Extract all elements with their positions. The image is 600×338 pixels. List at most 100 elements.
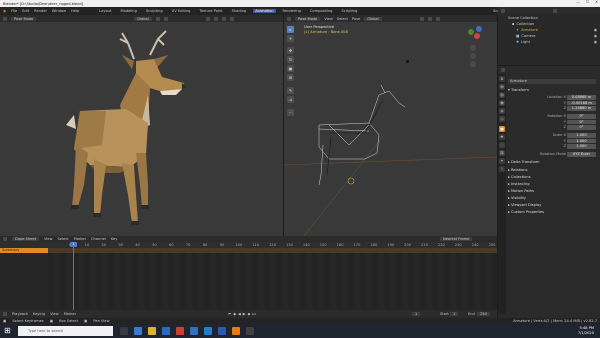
blender-logo-icon[interactable]: ◉	[3, 9, 6, 13]
play-icon[interactable]: ▶	[243, 312, 246, 316]
workspace-tab-modeling[interactable]: Modeling	[119, 9, 139, 13]
edge-browser-icon[interactable]	[134, 327, 142, 335]
visibility-eye-icon[interactable]: ◉	[594, 40, 597, 44]
menu-help[interactable]: Help	[71, 9, 79, 13]
relations-header[interactable]: ▸ Relations	[508, 168, 598, 173]
shading-solid-icon[interactable]	[213, 16, 218, 21]
start-field[interactable]: 1	[450, 312, 459, 316]
camera-viewport[interactable]: Pose Mode Global	[0, 15, 283, 236]
left-mode-dropdown[interactable]: Pose Mode	[11, 16, 37, 21]
mail-icon[interactable]	[190, 327, 198, 335]
workspace-tab-animation[interactable]: Animation	[253, 9, 276, 13]
playhead-line[interactable]	[73, 242, 74, 310]
filter-icon[interactable]	[553, 8, 557, 13]
left-orientation-dropdown[interactable]: Global	[134, 16, 152, 21]
rotation-y-field[interactable]: 0°	[567, 119, 596, 124]
playback-menu[interactable]: Playback	[12, 312, 28, 316]
prev-key-icon[interactable]: ◆	[233, 312, 236, 316]
outliner-item-light[interactable]: ✸ Light	[516, 40, 530, 44]
rotation-z-field[interactable]: 0°	[567, 125, 596, 130]
world-tab-icon[interactable]: ◎	[499, 116, 505, 122]
dope-menu-view[interactable]: View	[44, 237, 53, 241]
maximize-button[interactable]: ☐	[586, 0, 589, 4]
bone-tab-icon[interactable]: ⌇	[499, 166, 505, 172]
view-layer-tab-icon[interactable]: ▦	[499, 100, 505, 106]
tool-tab-icon[interactable]: ⚙	[499, 76, 505, 82]
workspace-tab-shading[interactable]: Shading	[230, 9, 249, 13]
close-button[interactable]: ✕	[595, 0, 598, 4]
collections-header[interactable]: ▸ Collections	[508, 175, 598, 180]
dope-sheet-type-icon[interactable]	[3, 237, 7, 241]
menu-window[interactable]: Window	[52, 9, 66, 13]
outliner-item-camera[interactable]: ■ Camera	[516, 34, 536, 38]
chrome-icon[interactable]	[176, 327, 184, 335]
dope-menu-select[interactable]: Select	[58, 237, 69, 241]
constraint-tab-icon[interactable]: ⛓	[499, 150, 505, 156]
shading-rendered-icon[interactable]	[229, 16, 234, 21]
photos-icon[interactable]	[204, 327, 212, 335]
frame-field[interactable]: 1	[412, 312, 421, 316]
overlay-icon[interactable]	[205, 16, 210, 21]
view-menu[interactable]: View	[50, 312, 59, 316]
workspace-tab-sculpting[interactable]: Sculpting	[144, 9, 165, 13]
vscode-icon[interactable]	[218, 327, 226, 335]
object-tab-icon[interactable]: ■	[499, 126, 505, 132]
rotation-mode-dropdown[interactable]: XYZ Euler	[567, 152, 596, 157]
summary-channel[interactable]: Summary	[0, 248, 48, 253]
menu-render[interactable]: Render	[34, 9, 47, 13]
location-y-field[interactable]: -0.00168 m	[567, 100, 596, 105]
custom-properties-header[interactable]: ▸ Custom Properties	[508, 210, 598, 215]
workspace-tab-texture-paint[interactable]: Texture Paint	[197, 9, 224, 13]
scene-tab-icon[interactable]: ◍	[499, 108, 505, 114]
editor-type-icon[interactable]	[3, 16, 7, 21]
menu-file[interactable]: File	[11, 9, 17, 13]
visibility-header[interactable]: ▸ Visibility	[508, 196, 598, 201]
play-reverse-icon[interactable]: ◀	[238, 312, 241, 316]
outliner-type-icon[interactable]	[501, 8, 505, 13]
store-icon[interactable]	[162, 327, 170, 335]
object-name-field[interactable]: Armature	[508, 79, 596, 84]
instancing-header[interactable]: ▸ Instancing	[508, 182, 598, 187]
dope-sheet-editor[interactable]: Dope Sheet View Select Marker Channel Ke…	[0, 236, 497, 318]
rotation-x-field[interactable]: 0°	[567, 114, 596, 119]
keying-menu[interactable]: Keying	[33, 312, 45, 316]
output-tab-icon[interactable]: ▧	[499, 92, 505, 98]
location-x-field[interactable]: 0.08868 m	[567, 95, 596, 100]
dope-menu-marker[interactable]: Marker	[74, 237, 86, 241]
menu-edit[interactable]: Edit	[22, 9, 29, 13]
keyframe-area[interactable]	[48, 248, 497, 310]
workspace-tab-layout[interactable]: Layout	[97, 9, 113, 13]
blender-taskbar-icon[interactable]	[232, 327, 240, 335]
render-tab-icon[interactable]: ▤	[499, 84, 505, 90]
scale-x-field[interactable]: 1.000	[567, 133, 596, 138]
light-object-icon[interactable]	[406, 60, 409, 63]
properties-type-icon[interactable]	[501, 67, 505, 72]
jump-end-icon[interactable]: ⏭	[252, 312, 255, 316]
outliner-item-armature[interactable]: ✦ Armature	[516, 28, 538, 32]
dope-menu-key[interactable]: Key	[111, 237, 118, 241]
workspace-tab-rendering[interactable]: Rendering	[281, 9, 303, 13]
data-tab-icon[interactable]: ✦	[499, 158, 505, 164]
scale-y-field[interactable]: 1.000	[567, 138, 596, 143]
perspective-viewport[interactable]: Pose Mode View Select Pose Global User P…	[284, 15, 497, 236]
viewport-display-header[interactable]: ▸ Viewport Display	[508, 203, 598, 208]
visibility-eye-icon[interactable]: ◉	[594, 34, 597, 38]
taskbar-search-input[interactable]: Type here to search	[18, 326, 113, 336]
transform-section-header[interactable]: ▾ Transform	[508, 88, 598, 93]
next-key-icon[interactable]: ◆	[248, 312, 251, 316]
snap-mode-dropdown[interactable]: Nearest Frame	[440, 237, 473, 241]
timeline-type-icon[interactable]	[3, 312, 7, 316]
file-explorer-icon[interactable]	[148, 327, 156, 335]
workspace-tab-compositing[interactable]: Compositing	[308, 9, 335, 13]
modifier-tab-icon[interactable]: ✚	[499, 134, 505, 140]
location-z-field[interactable]: 1.28880 m	[567, 106, 596, 111]
jump-start-icon[interactable]: ⏮	[228, 312, 231, 316]
proportional-icon[interactable]	[163, 16, 168, 21]
visibility-eye-icon[interactable]: ◉	[594, 28, 597, 32]
dope-sheet-mode-dropdown[interactable]: Dope Sheet	[12, 237, 39, 241]
taskbar-clock[interactable]: 5:48 PM 7/1/2020	[578, 326, 594, 336]
physics-tab-icon[interactable]: ◌	[499, 142, 505, 148]
windows-start-icon[interactable]: ⊞	[4, 327, 12, 335]
dope-menu-channel[interactable]: Channel	[91, 237, 106, 241]
delta-transform-header[interactable]: ▸ Delta Transform	[508, 160, 598, 165]
